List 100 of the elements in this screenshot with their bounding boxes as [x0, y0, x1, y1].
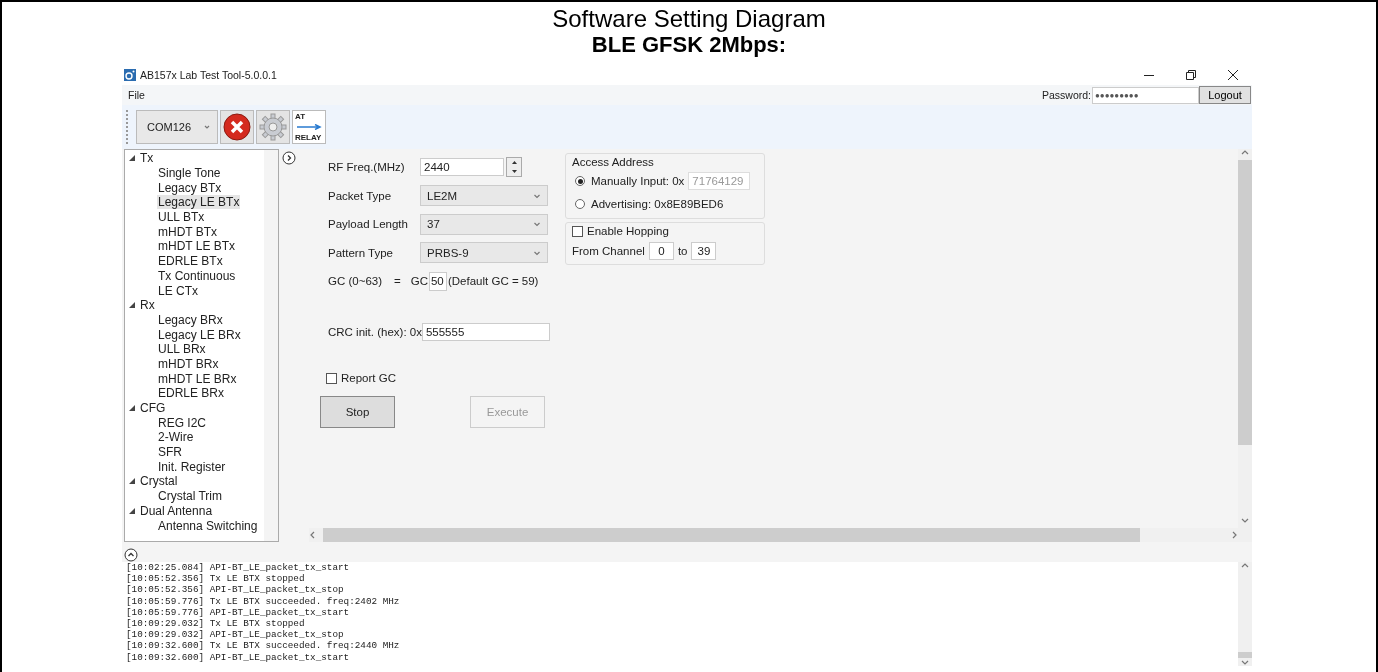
field-label: RF Freq.(MHz): [328, 161, 406, 174]
group-title: Access Address: [572, 156, 655, 168]
close-icon: [223, 113, 251, 141]
expand-triangle-icon[interactable]: [129, 507, 135, 514]
password-field[interactable]: ●●●●●●●●●: [1092, 86, 1199, 104]
crc-field[interactable]: 555555: [421, 322, 550, 341]
from-channel-label: From Channel: [572, 245, 645, 257]
tree-group-item[interactable]: Dual Antenna: [125, 503, 264, 519]
chevron-down-icon: [203, 123, 211, 131]
tree-group-item[interactable]: Crystal: [125, 474, 264, 489]
log-scrollbar[interactable]: [1238, 562, 1252, 666]
tree-group-item[interactable]: CFG: [125, 400, 264, 416]
radio-button[interactable]: [575, 176, 585, 186]
gc-prefix: GC: [410, 275, 428, 288]
tree-item[interactable]: EDRLE BTx: [125, 253, 264, 269]
report-gc-checkbox[interactable]: Report GC: [326, 372, 396, 385]
up-triangle-icon: [511, 161, 517, 165]
radio-label: Manually Input: 0x: [591, 175, 685, 187]
channel-field[interactable]: 0: [648, 242, 674, 260]
scrollbar-thumb[interactable]: [1238, 652, 1252, 658]
tree-item[interactable]: mHDT LE BTx: [125, 239, 264, 254]
tree-scrollbar[interactable]: [264, 150, 278, 541]
port-dropdown[interactable]: COM126: [136, 110, 218, 144]
chevron-down-icon: [1241, 516, 1249, 524]
expand-triangle-icon[interactable]: [129, 405, 135, 412]
tree-item[interactable]: ULL BRx: [125, 341, 264, 357]
chevron-down-icon: [533, 220, 541, 229]
gc-field[interactable]: 50: [428, 271, 447, 291]
tree-group-item[interactable]: Rx: [125, 297, 264, 313]
frequency-field[interactable]: 2440: [420, 158, 504, 177]
chevron-right-icon: [1230, 531, 1238, 539]
log-line: [10:09:32.600] API-BT_LE_packet_tx_start: [126, 651, 351, 663]
tree-item[interactable]: Legacy LE BRx: [125, 327, 264, 342]
tree-item[interactable]: Antenna Switching: [125, 518, 264, 533]
channel-field[interactable]: 39: [691, 242, 717, 260]
default-gc-note: (Default GC = 59): [447, 275, 539, 288]
chevron-up-icon: [1241, 562, 1249, 570]
tree-item[interactable]: Legacy BTx: [125, 180, 264, 196]
log-line: [10:09:29.032] API-BT_LE_packet_tx_stop: [126, 629, 345, 641]
log-line: [10:09:29.032] Tx LE BTX stopped: [126, 618, 306, 630]
crc-label: CRC init. (hex): 0x: [328, 325, 422, 338]
disconnect-button[interactable]: [220, 110, 254, 144]
menu-item[interactable]: File: [128, 89, 1042, 101]
chevron-down-icon: [1241, 658, 1249, 666]
vertical-scrollbar[interactable]: [1238, 149, 1252, 542]
tree-item[interactable]: Crystal Trim: [125, 488, 264, 504]
tree-item[interactable]: SFR: [125, 444, 264, 460]
arrow-icon: [295, 124, 323, 130]
field-label: Packet Type: [328, 189, 393, 202]
equals-sign: =: [394, 275, 401, 288]
tree-item[interactable]: EDRLE BRx: [125, 386, 264, 401]
field-label: Payload Length: [328, 218, 409, 231]
tree-item[interactable]: mHDT LE BRx: [125, 371, 264, 386]
tree-item[interactable]: ULL BTx: [125, 209, 264, 225]
document-subtitle: BLE GFSK 2Mbps:: [591, 32, 787, 57]
tree-item[interactable]: Init. Register: [125, 459, 264, 475]
tree-item[interactable]: 2-Wire: [125, 430, 264, 445]
collapse-panel-icon[interactable]: [124, 548, 138, 562]
tree-group-item[interactable]: Tx: [125, 151, 264, 166]
expand-triangle-icon[interactable]: [129, 478, 135, 485]
radio-label: Advertising: 0x8E89BED6: [591, 198, 724, 210]
spin-control[interactable]: [506, 157, 522, 178]
tree-item[interactable]: Tx Continuous: [125, 268, 264, 284]
horizontal-scrollbar[interactable]: [309, 528, 1238, 542]
tree-item[interactable]: Legacy BRx: [125, 312, 264, 328]
down-triangle-icon: [511, 170, 517, 174]
expand-triangle-icon[interactable]: [129, 155, 135, 162]
dropdown[interactable]: LE2M: [420, 185, 548, 207]
at-relay-button[interactable]: AT RELAY: [292, 110, 326, 144]
log-line: [10:05:52.356] Tx LE BTX stopped: [126, 573, 306, 585]
window-title: AB157x Lab Test Tool-5.0.0.1: [140, 69, 278, 81]
field-label: GC (0~63): [328, 275, 383, 288]
chevron-left-icon: [309, 531, 317, 539]
tree-item[interactable]: mHDT BRx: [125, 356, 264, 372]
restore-icon: [1186, 70, 1196, 80]
log-line: [10:05:52.356] API-BT_LE_packet_tx_stop: [126, 584, 345, 596]
tree-item[interactable]: mHDT BTx: [125, 224, 264, 240]
tree-item[interactable]: LE CTx: [125, 283, 264, 298]
log-line: [10:09:32.600] Tx LE BTX succeeded. freq:2440 MHz: [126, 640, 401, 652]
tree-item[interactable]: REG I2C: [125, 415, 264, 431]
dropdown[interactable]: PRBS-9: [420, 242, 548, 264]
log-line: [10:05:59.776] Tx LE BTX succeeded. freq:2402 MHz: [126, 595, 401, 607]
to-label: to: [677, 245, 688, 257]
chevron-up-icon: [1241, 149, 1249, 157]
password-label: Password:: [1041, 89, 1091, 101]
log-line: [10:05:59.776] API-BT_LE_packet_tx_start: [126, 606, 351, 618]
close-icon: [1228, 70, 1238, 80]
expand-panel-icon[interactable]: [282, 151, 296, 165]
document-title: Software Setting Diagram: [552, 6, 826, 32]
tree-item[interactable]: Single Tone: [125, 165, 264, 181]
scrollbar-thumb[interactable]: [1238, 160, 1252, 445]
logout-button[interactable]: Logout: [1199, 86, 1251, 104]
field-label: Pattern Type: [328, 246, 394, 259]
log-line: [10:02:25.084] API-BT_LE_packet_tx_start: [126, 562, 351, 574]
stop-button[interactable]: Stop: [320, 395, 395, 428]
enable-hopping-checkbox[interactable]: Enable Hopping: [572, 225, 758, 237]
settings-icon: [259, 113, 287, 141]
radio-button[interactable]: [575, 199, 585, 209]
dropdown[interactable]: 37: [420, 213, 548, 235]
expand-triangle-icon[interactable]: [129, 302, 135, 309]
